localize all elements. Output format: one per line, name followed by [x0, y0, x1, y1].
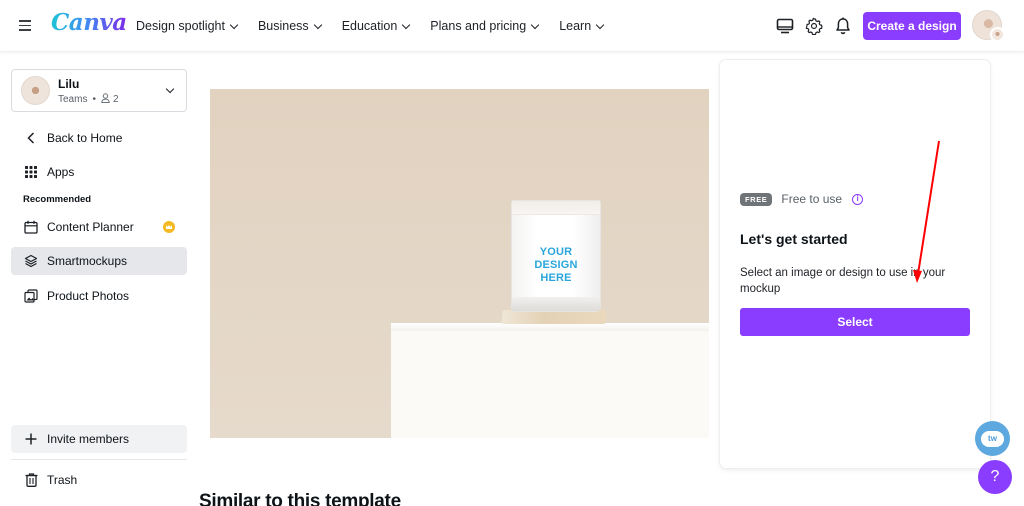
invite-members-button[interactable]: Invite members	[11, 425, 187, 453]
crown-icon	[163, 221, 175, 233]
main-nav: Design spotlight Business Education Plan…	[136, 0, 624, 52]
sidebar-item-content-planner[interactable]: Content Planner	[11, 213, 187, 241]
team-type: Teams	[58, 94, 88, 105]
people-icon	[101, 93, 110, 106]
sidebar-item-product-photos[interactable]: Product Photos	[11, 282, 187, 310]
panel-title: Let's get started	[740, 231, 848, 247]
nav-label: Education	[341, 19, 398, 33]
back-to-home[interactable]: Back to Home	[11, 124, 187, 152]
trash-icon	[24, 473, 38, 487]
similar-templates-heading: Similar to this template	[199, 491, 401, 506]
team-member-count: 2	[112, 94, 119, 105]
nav-design-spotlight[interactable]: Design spotlight	[136, 19, 239, 33]
sidebar-divider	[11, 459, 187, 460]
back-label: Back to Home	[47, 131, 123, 145]
placeholder-line: DESIGN	[534, 259, 578, 271]
nav-label: Design spotlight	[136, 19, 225, 33]
chevron-down-icon	[313, 20, 322, 29]
apps-grid-icon	[24, 165, 38, 179]
help-icon: ?	[990, 468, 1000, 485]
chevron-down-icon	[165, 84, 175, 94]
nav-label: Learn	[559, 19, 592, 33]
calendar-icon	[24, 220, 38, 234]
nav-label: Plans and pricing	[430, 19, 527, 33]
photos-icon	[24, 289, 38, 303]
sidebar: Lilu Teams • 2 Back to Home Apps Recomme…	[0, 52, 198, 506]
account-avatar[interactable]	[972, 10, 1005, 42]
mockup-candle: YOUR DESIGN HERE	[511, 200, 601, 312]
nav-label: Business	[257, 19, 309, 33]
placeholder-line: YOUR	[539, 246, 573, 258]
mockup-pedestal-edge	[391, 323, 709, 331]
product-photos-label: Product Photos	[47, 289, 130, 303]
info-icon[interactable]: i	[852, 193, 864, 205]
candle-placeholder-text: YOUR DESIGN HERE	[512, 246, 600, 285]
nav-plans-pricing[interactable]: Plans and pricing	[430, 19, 540, 33]
panel-description: Select an image or design to use in your…	[740, 267, 946, 295]
free-to-use-label: Free to use	[781, 192, 843, 206]
recommended-heading: Recommended	[23, 194, 92, 205]
trash-label: Trash	[47, 473, 78, 487]
team-info: Teams • 2	[58, 93, 119, 106]
mockup-preview-image: YOUR DESIGN HERE	[210, 89, 709, 438]
team-avatar	[21, 76, 50, 105]
chevron-down-icon	[229, 20, 239, 29]
separator-dot: •	[92, 94, 96, 105]
chat-label: tw	[988, 434, 997, 443]
invite-label: Invite members	[47, 432, 130, 446]
team-name: Lilu	[58, 77, 80, 91]
plus-icon	[24, 432, 38, 446]
canva-logo[interactable]: Canva	[51, 9, 127, 36]
chat-widget-button[interactable]: tw	[975, 421, 1010, 456]
team-switcher[interactable]: Lilu Teams • 2	[11, 69, 187, 112]
chat-bubble-icon: tw	[981, 430, 1004, 447]
chevron-down-icon	[402, 20, 411, 29]
nav-education[interactable]: Education	[341, 19, 411, 33]
sidebar-item-apps[interactable]: Apps	[11, 158, 187, 186]
team-avatar-mini	[990, 27, 1005, 42]
select-button[interactable]: Select	[740, 308, 970, 336]
apps-label: Apps	[47, 165, 75, 179]
top-navigation: Canva Design spotlight Business Educatio…	[0, 0, 1024, 52]
desktop-icon[interactable]	[773, 14, 797, 38]
content-planner-label: Content Planner	[47, 220, 134, 234]
chevron-down-icon	[530, 20, 540, 29]
candle-rim	[512, 201, 600, 215]
license-row: FREE Free to use i	[740, 192, 864, 206]
nav-business[interactable]: Business	[257, 19, 322, 33]
create-design-button[interactable]: Create a design	[863, 12, 961, 40]
menu-icon[interactable]	[17, 17, 35, 35]
help-button[interactable]: ?	[978, 460, 1012, 494]
sidebar-item-smartmockups[interactable]: Smartmockups	[11, 247, 187, 275]
bell-icon[interactable]	[831, 14, 855, 38]
mockup-coaster	[501, 310, 607, 324]
nav-learn[interactable]: Learn	[559, 19, 605, 33]
smartmockups-label: Smartmockups	[47, 254, 128, 268]
mockup-panel: FREE Free to use i Let's get started Sel…	[720, 60, 990, 468]
free-badge: FREE	[740, 192, 773, 206]
placeholder-line: HERE	[540, 272, 572, 284]
layers-icon	[24, 254, 38, 268]
candle-base	[512, 297, 600, 311]
sidebar-item-trash[interactable]: Trash	[11, 466, 187, 494]
chevron-left-icon	[24, 131, 38, 145]
mockup-pedestal	[391, 323, 709, 438]
gear-icon[interactable]	[802, 14, 826, 38]
chevron-down-icon	[595, 20, 605, 29]
